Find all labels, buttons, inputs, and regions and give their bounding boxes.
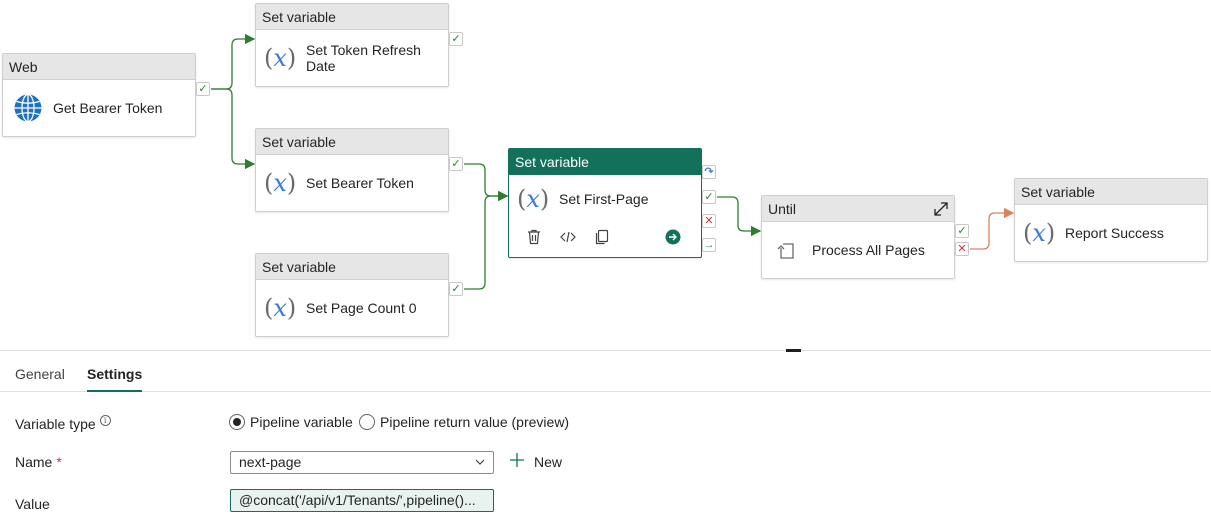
- success-port[interactable]: ✓: [449, 32, 463, 46]
- value-label: Value: [15, 496, 50, 512]
- go-arrow-icon[interactable]: [664, 228, 682, 246]
- globe-icon: [14, 93, 42, 123]
- variable-icon: (x): [264, 43, 297, 72]
- variable-icon: (x): [517, 184, 550, 213]
- activity-actions: [509, 222, 701, 252]
- activity-type: Set variable: [509, 149, 701, 175]
- delete-icon[interactable]: [525, 228, 543, 246]
- activity-until[interactable]: Until Process All Pages: [761, 195, 955, 279]
- properties-tabs: General Settings: [0, 356, 1211, 392]
- activity-set-page-count[interactable]: Set variable (x) Set Page Count 0: [255, 253, 449, 337]
- radio-circle: [229, 414, 245, 430]
- activity-name: Set Bearer Token: [306, 174, 414, 191]
- skip-port[interactable]: ↷: [702, 165, 716, 179]
- success-port[interactable]: ✓: [449, 157, 463, 171]
- tab-general[interactable]: General: [15, 356, 65, 392]
- activity-type: Set variable: [256, 4, 448, 30]
- activity-set-bearer-token[interactable]: Set variable (x) Set Bearer Token: [255, 128, 449, 212]
- activity-web[interactable]: Web Get Bearer Token: [2, 53, 196, 137]
- activity-type: Set variable: [256, 254, 448, 280]
- activity-type: Web: [3, 54, 195, 80]
- radio-circle: [359, 414, 375, 430]
- success-port[interactable]: ✓: [702, 190, 716, 204]
- activity-name: Set Token Refresh Date: [306, 41, 421, 74]
- wire-until-to-report-success: [970, 207, 1015, 250]
- panel-splitter[interactable]: [0, 350, 1211, 351]
- activity-type: Until: [762, 196, 954, 222]
- wire-web-to-bearer-token: [211, 88, 256, 170]
- variable-icon: (x): [1023, 218, 1056, 247]
- success-port[interactable]: ✓: [449, 282, 463, 296]
- chevron-down-icon: [475, 459, 485, 465]
- plus-icon: [510, 453, 524, 467]
- variable-icon: (x): [264, 168, 297, 197]
- wire-web-to-token-refresh: [211, 33, 256, 90]
- wire-first-page-to-until: [717, 196, 762, 237]
- activity-type: Set variable: [256, 129, 448, 155]
- expand-icon[interactable]: [932, 200, 950, 218]
- loop-icon: [777, 243, 794, 259]
- pipeline-canvas[interactable]: Web Get Bearer Token ✓ Set variable (x) …: [0, 0, 1211, 350]
- required-mark: *: [56, 454, 62, 470]
- collapse-handle[interactable]: [786, 349, 801, 352]
- name-label: Name *: [15, 454, 62, 470]
- variable-type-label: Variable type i: [15, 415, 111, 432]
- activity-name: Report Success: [1065, 224, 1164, 241]
- activity-name: Process All Pages: [812, 241, 925, 258]
- wire-bearer-to-first-page: [464, 163, 509, 202]
- success-port[interactable]: ✓: [196, 82, 210, 96]
- tab-settings[interactable]: Settings: [87, 356, 143, 392]
- success-port[interactable]: ✓: [955, 224, 969, 238]
- activity-report-success[interactable]: Set variable (x) Report Success: [1014, 178, 1208, 262]
- failure-port[interactable]: ✕: [955, 242, 969, 256]
- variable-icon: (x): [264, 293, 297, 322]
- activity-name: Set Page Count 0: [306, 299, 417, 316]
- completion-port[interactable]: →: [702, 238, 716, 252]
- activity-name: Set First-Page: [559, 190, 649, 207]
- name-select-value: next-page: [239, 454, 302, 470]
- info-icon[interactable]: i: [99, 415, 111, 426]
- activity-name: Get Bearer Token: [53, 99, 163, 116]
- code-icon[interactable]: [559, 228, 577, 246]
- activity-type: Set variable: [1015, 179, 1207, 205]
- wire-page-count-to-first-page: [464, 190, 509, 290]
- activity-set-token-refresh-date[interactable]: Set variable (x) Set Token Refresh Date: [255, 3, 449, 87]
- value-expression-input[interactable]: @concat('/api/v1/Tenants/',pipeline()...: [230, 489, 494, 512]
- failure-port[interactable]: ✕: [702, 214, 716, 228]
- activity-set-first-page[interactable]: Set variable (x) Set First-Page: [508, 148, 702, 258]
- name-select[interactable]: next-page: [230, 451, 494, 474]
- copy-icon[interactable]: [593, 228, 611, 246]
